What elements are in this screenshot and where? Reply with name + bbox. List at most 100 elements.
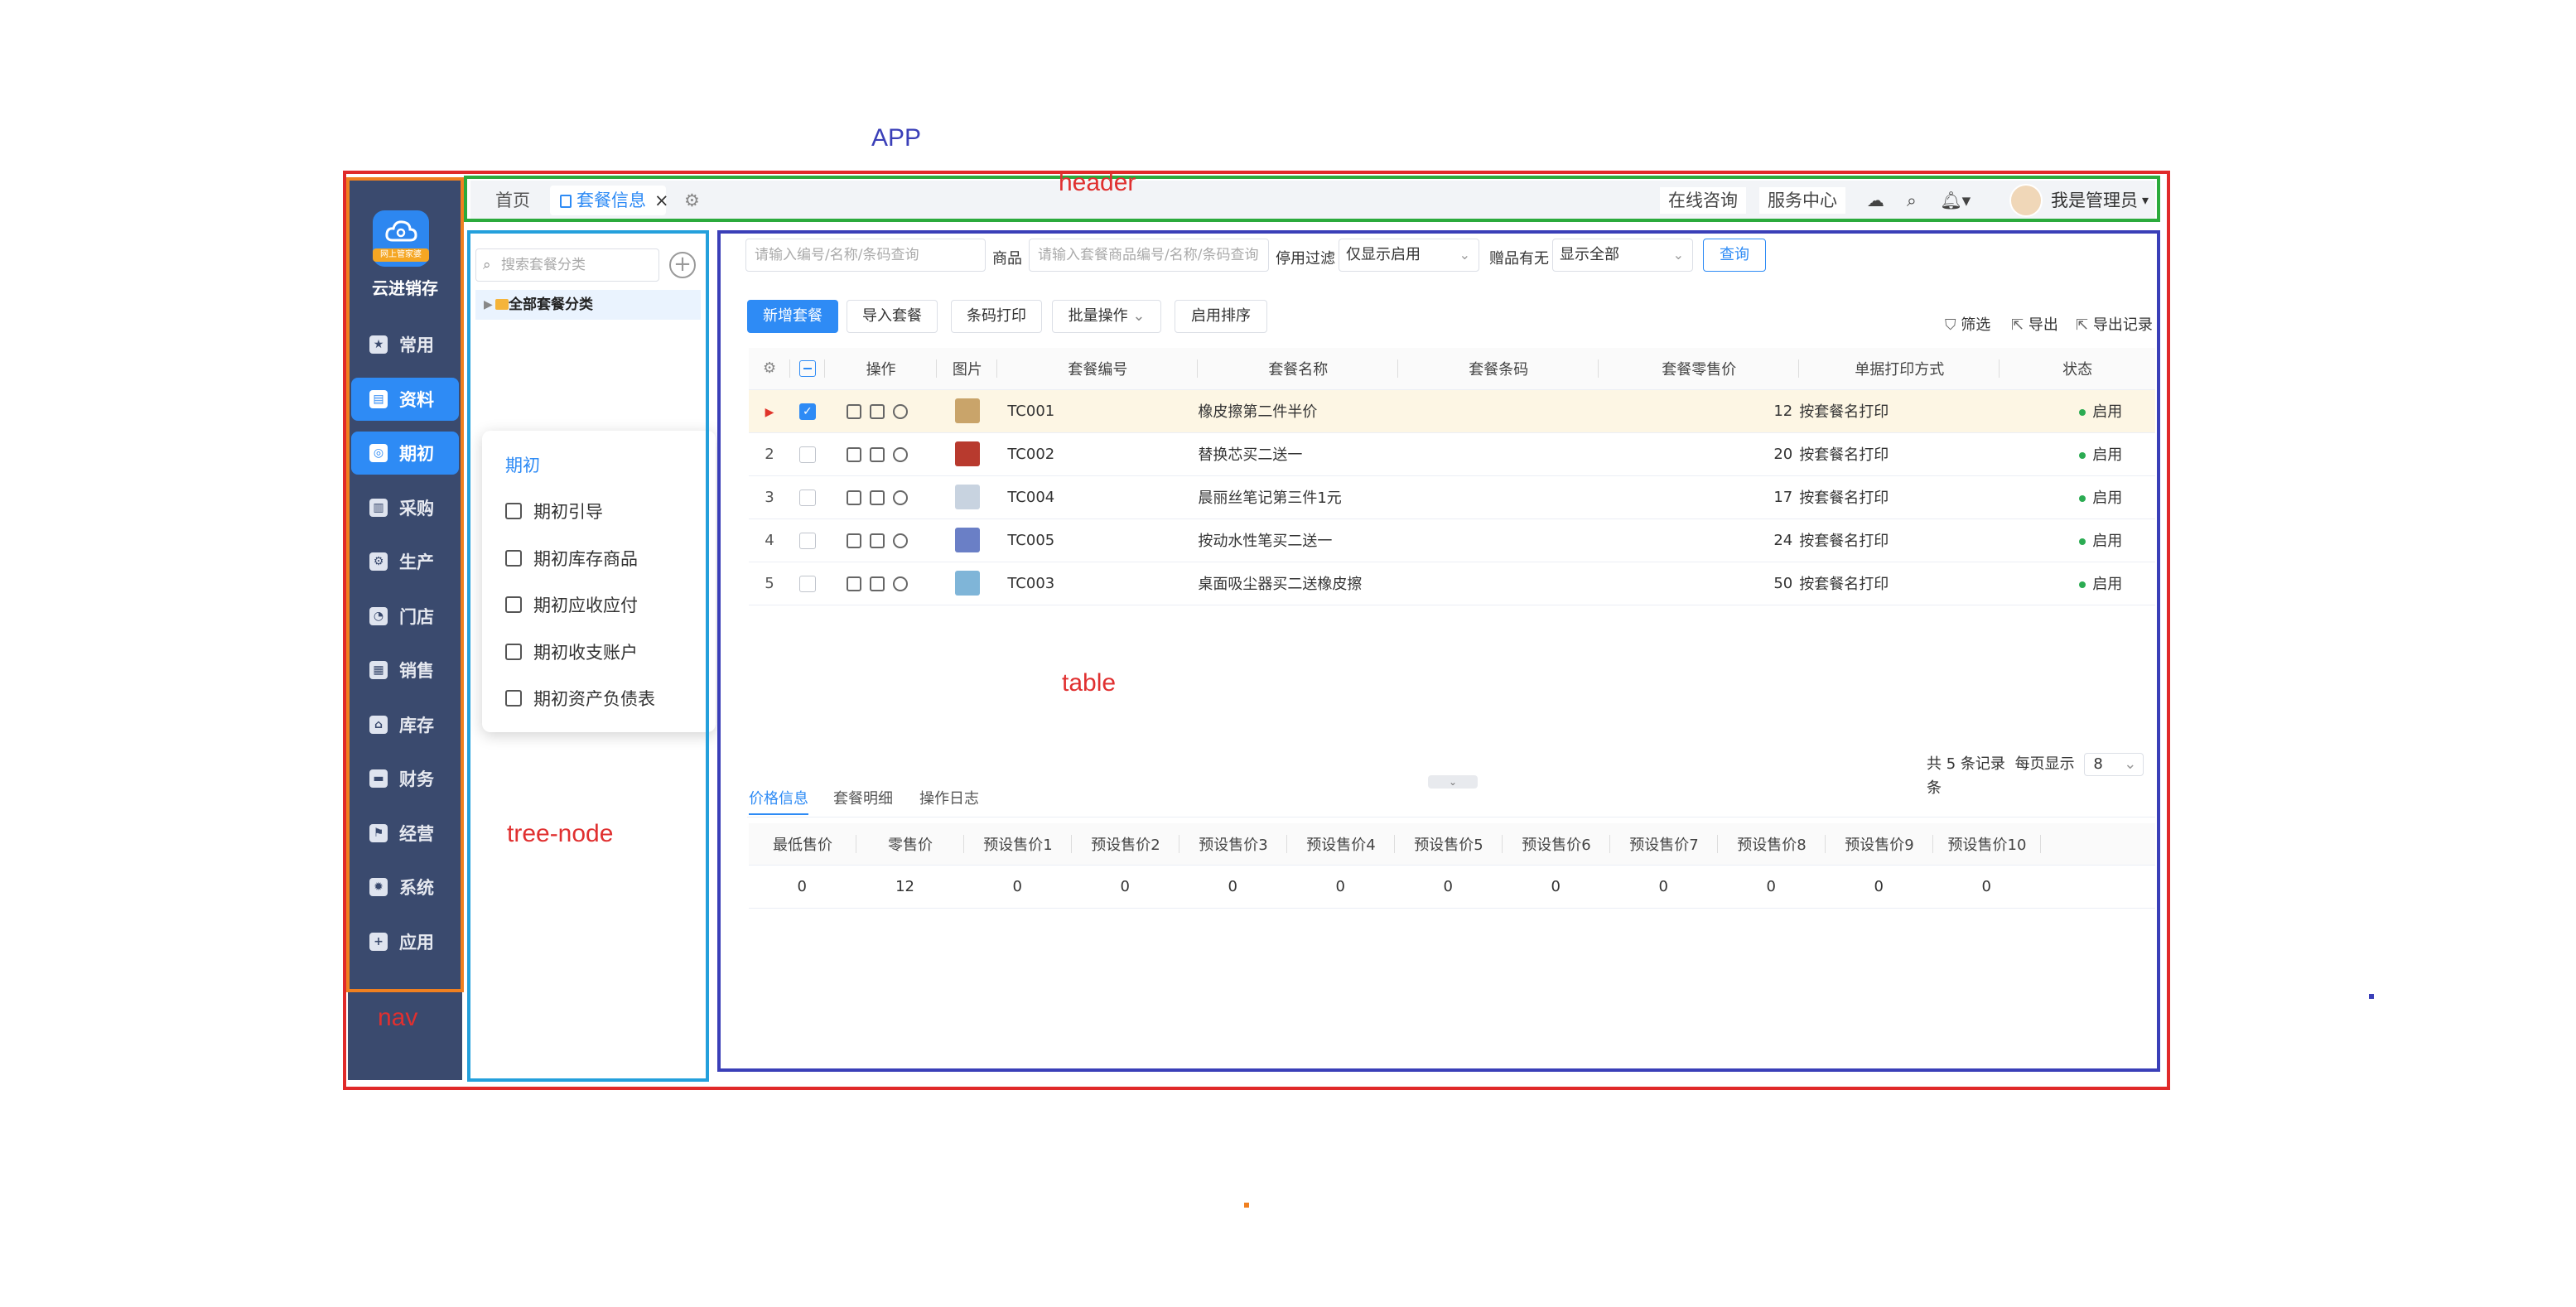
tab-package-info[interactable]: 套餐信息 [550, 186, 666, 215]
row-checkbox[interactable] [790, 562, 825, 605]
tab-settings-icon[interactable]: ⚙ [684, 186, 700, 215]
user-name[interactable]: 我是管理员 [2051, 186, 2138, 215]
table-row[interactable]: 4 TC005 按动水性笔买二送一 24 按套餐名打印 启用 [749, 518, 2155, 562]
row-name: 桌面吸尘器买二送橡皮擦 [1198, 562, 1399, 605]
nav-item-5[interactable]: ◔ 门店 [351, 595, 459, 638]
delete-icon[interactable] [869, 490, 885, 505]
nav-item-0[interactable]: ★ 常用 [351, 323, 459, 366]
select-all-checkbox[interactable] [790, 348, 825, 390]
import-package-button[interactable]: 导入套餐 [847, 300, 938, 333]
nav-item-8[interactable]: ▬ 财务 [351, 757, 459, 800]
delete-icon[interactable] [869, 533, 885, 548]
tab-price-info[interactable]: 价格信息 [749, 787, 808, 815]
submenu-item-2[interactable]: 期初应收应付 [505, 592, 638, 617]
row-print-label: 按套餐名打印 [1799, 446, 1889, 464]
enable-sort-button[interactable]: 启用排序 [1175, 300, 1267, 333]
column-settings-icon[interactable]: ⚙ [749, 348, 791, 390]
detail-value-cell: 0 [964, 865, 1072, 909]
nav-item-9[interactable]: ⚑ 经营 [351, 812, 459, 855]
add-package-button[interactable]: 新增套餐 [747, 300, 838, 333]
gift-filter-select[interactable]: 显示全部 ⌄ [1552, 239, 1693, 272]
row-price: 20 [1599, 432, 1800, 476]
disable-icon[interactable] [892, 490, 908, 505]
tab-package-detail[interactable]: 套餐明细 [833, 787, 893, 808]
col-header-status: 状态 [2000, 348, 2155, 390]
detail-value: 0 [1228, 877, 1237, 895]
row-number: 5 [749, 562, 791, 605]
detail-value: 0 [1443, 877, 1453, 895]
edit-icon[interactable] [846, 403, 861, 419]
tree-search-input[interactable]: ⌕ 搜索套餐分类 [475, 248, 659, 282]
export-button[interactable]: ⇱ 导出 [2011, 313, 2058, 335]
user-dropdown-icon[interactable]: ▾ [2142, 186, 2149, 215]
nav-item-6[interactable]: ▦ 销售 [351, 649, 459, 692]
edit-icon[interactable] [846, 490, 861, 505]
table-row[interactable]: 5 TC003 桌面吸尘器买二送橡皮擦 50 按套餐名打印 启用 [749, 562, 2155, 605]
delete-icon[interactable] [869, 576, 885, 591]
avatar[interactable] [2009, 184, 2043, 217]
barcode-print-button[interactable]: 条码打印 [951, 300, 1042, 333]
table-row[interactable]: ▶ ✓ TC001 橡皮擦第二件半价 12 按套餐名打印 启用 [749, 389, 2155, 433]
row-checkbox[interactable]: ✓ [790, 389, 825, 433]
search-icon[interactable]: ⌕ [1907, 186, 1917, 215]
online-consult-button[interactable]: 在线咨询 [1660, 187, 1746, 214]
submenu-item-1[interactable]: 期初库存商品 [505, 546, 638, 571]
row-ops [824, 518, 938, 562]
nav-item-11[interactable]: + 应用 [351, 920, 459, 963]
nav-item-10[interactable]: ✹ 系统 [351, 866, 459, 909]
table-row[interactable]: 3 TC004 晨丽丝笔记第三件1元 17 按套餐名打印 启用 [749, 475, 2155, 519]
edit-icon[interactable] [846, 533, 861, 548]
disable-icon[interactable] [892, 403, 908, 419]
col-header-code-label: 套餐编号 [1068, 360, 1128, 379]
edit-icon[interactable] [846, 446, 861, 462]
delete-icon[interactable] [869, 403, 885, 419]
nav-item-4[interactable]: ⚙ 生产 [351, 540, 459, 583]
disable-icon[interactable] [892, 533, 908, 548]
tab-close-icon[interactable]: × [654, 186, 669, 215]
detail-col-header-label: 预设售价3 [1199, 836, 1268, 854]
nav-item-label: 门店 [399, 606, 434, 627]
query-button[interactable]: 查询 [1703, 239, 1766, 272]
tab-home[interactable]: 首页 [495, 186, 530, 215]
row-status: 启用 [2000, 518, 2155, 562]
row-checkbox[interactable] [790, 432, 825, 476]
detail-collapse-handle[interactable]: ⌄ [1428, 775, 1478, 789]
export-log-button[interactable]: ⇱ 导出记录 [2076, 313, 2153, 335]
stop-filter-select[interactable]: 仅显示启用 ⌄ [1339, 239, 1479, 272]
edit-icon[interactable] [846, 576, 861, 591]
nav-item-2[interactable]: ◎ 期初 [351, 432, 459, 475]
product-thumbnail [954, 398, 980, 423]
nav-item-7[interactable]: ⌂ 库存 [351, 703, 459, 746]
batch-operation-button[interactable]: 批量操作 ⌄ [1052, 300, 1161, 333]
submenu-item-4[interactable]: 期初资产负债表 [505, 686, 655, 711]
export-label: 导出 [2028, 316, 2058, 334]
filter-button[interactable]: ⛉ 筛选 [1945, 313, 1990, 335]
add-category-icon[interactable]: + [669, 252, 696, 278]
goods-search-input[interactable]: 请输入套餐商品编号/名称/条码查询 [1029, 239, 1269, 272]
disable-icon[interactable] [892, 576, 908, 591]
detail-col-header-label: 预设售价10 [1947, 836, 2027, 854]
nav-item-1[interactable]: ▤ 资料 [351, 377, 459, 421]
submenu-item-0[interactable]: 期初引导 [505, 499, 603, 523]
detail-col-header-label: 预设售价7 [1629, 836, 1699, 854]
tree-node-root[interactable]: ▶ 全部套餐分类 [475, 290, 701, 320]
cloud-download-icon[interactable]: ☁ [1867, 186, 1884, 215]
submenu-item-3[interactable]: 期初收支账户 [505, 639, 638, 664]
delete-icon[interactable] [869, 446, 885, 462]
code-search-input[interactable]: 请输入编号/名称/条码查询 [745, 239, 986, 272]
tab-operation-log[interactable]: 操作日志 [919, 787, 979, 808]
row-name: 替换芯买二送一 [1198, 432, 1399, 476]
table-row[interactable]: 2 TC002 替换芯买二送一 20 按套餐名打印 启用 [749, 432, 2155, 476]
per-page-select[interactable]: 8 ⌄ [2084, 753, 2144, 776]
row-barcode [1398, 475, 1599, 519]
bell-icon[interactable]: 🔔︎▾ [1940, 186, 1971, 215]
product-thumbnail [954, 528, 980, 552]
disable-icon[interactable] [892, 446, 908, 462]
nav-annotation-label: nav [378, 1004, 418, 1031]
detail-value: 0 [1335, 877, 1345, 895]
service-center-button[interactable]: 服务中心 [1759, 187, 1845, 214]
nav-item-3[interactable]: ▥ 采购 [351, 486, 459, 529]
row-checkbox[interactable] [790, 518, 825, 562]
row-checkbox[interactable] [790, 475, 825, 519]
product-thumbnail [954, 441, 980, 466]
